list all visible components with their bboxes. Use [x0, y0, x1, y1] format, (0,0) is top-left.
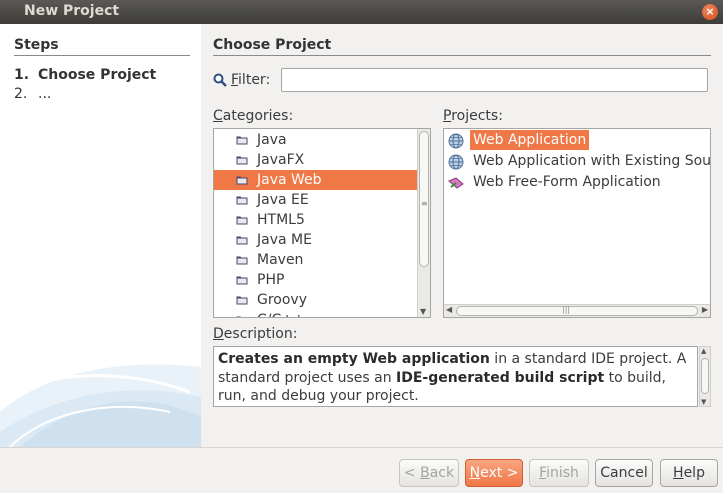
- scrollbar-thumb[interactable]: [701, 358, 709, 394]
- globe-icon: [448, 154, 464, 170]
- step-next: 2....: [14, 86, 51, 102]
- project-label: Web Free-Form Application: [473, 174, 661, 190]
- filter-label: Filter:: [231, 72, 271, 88]
- button-bar-separator: [0, 447, 723, 448]
- scroll-left-arrow-icon[interactable]: ◀: [446, 305, 452, 314]
- category-label: Groovy: [257, 292, 307, 308]
- category-item[interactable]: JavaFX: [214, 150, 417, 170]
- category-item[interactable]: Groovy: [214, 290, 417, 310]
- category-item[interactable]: PHP: [214, 270, 417, 290]
- step-label: ...: [38, 86, 52, 102]
- category-label: Java Web: [257, 172, 322, 188]
- scroll-up-arrow-icon[interactable]: ▲: [701, 347, 706, 355]
- categories-label: Categories:: [213, 108, 294, 124]
- close-icon: ×: [705, 5, 715, 18]
- filter-input[interactable]: [281, 68, 708, 92]
- folder-icon: [236, 196, 248, 205]
- category-label: Java: [257, 132, 287, 148]
- categories-list[interactable]: Java JavaFX Java Web Java EE HTML5 Java ME Mav…: [213, 128, 431, 318]
- choose-project-heading: Choose Project: [213, 37, 711, 56]
- category-item[interactable]: C/C++: [214, 310, 417, 317]
- category-label: JavaFX: [257, 152, 305, 168]
- steps-panel: Steps 1. Choose Project 2....: [0, 24, 201, 447]
- category-item[interactable]: Java Web: [214, 170, 417, 190]
- project-label: Web Application with Existing Sources: [473, 153, 711, 169]
- steps-heading: Steps: [14, 37, 190, 56]
- category-label: PHP: [257, 272, 285, 288]
- step-choose-project: 1. Choose Project: [14, 67, 156, 83]
- category-item[interactable]: Java: [214, 130, 417, 150]
- back-button[interactable]: < Back: [399, 459, 459, 487]
- folder-icon: [236, 176, 248, 185]
- category-label: Maven: [257, 252, 304, 268]
- close-button[interactable]: ×: [702, 4, 718, 20]
- grip-icon: |||: [562, 305, 571, 314]
- description-label: Description:: [213, 326, 298, 342]
- folder-icon: [236, 156, 248, 165]
- freeform-icon: [448, 177, 464, 189]
- category-item[interactable]: Maven: [214, 250, 417, 270]
- folder-icon: [236, 316, 241, 317]
- grip-icon: ≡: [421, 199, 428, 208]
- folder-icon: [236, 256, 248, 265]
- category-item[interactable]: Java EE: [214, 190, 417, 210]
- decorative-swoosh-graphic: [0, 364, 201, 447]
- folder-icon: [236, 236, 248, 245]
- search-icon: [213, 73, 227, 87]
- folder-icon: [236, 276, 248, 285]
- next-button[interactable]: Next >: [465, 459, 523, 487]
- step-number: 1.: [14, 67, 30, 83]
- description-text: Creates an empty Web application in a st…: [213, 346, 698, 407]
- finish-button[interactable]: Finish: [529, 459, 589, 487]
- projects-label: Projects:: [443, 108, 503, 124]
- category-label: C/C++: [257, 310, 305, 317]
- projects-list[interactable]: Web Application Web Application with Exis…: [443, 128, 711, 318]
- globe-icon: [448, 133, 464, 149]
- category-item[interactable]: HTML5: [214, 210, 417, 230]
- categories-scrollbar[interactable]: ≡ ▼: [417, 129, 430, 317]
- scroll-right-arrow-icon[interactable]: ▶: [702, 305, 708, 314]
- category-item[interactable]: Java ME: [214, 230, 417, 250]
- project-label: Web Application: [470, 130, 590, 150]
- folder-icon: [236, 216, 248, 225]
- category-label: HTML5: [257, 212, 305, 228]
- step-number: 2.: [14, 86, 28, 102]
- title-bar: New Project ×: [0, 0, 723, 24]
- scrollbar-thumb[interactable]: [456, 306, 698, 316]
- folder-icon: [236, 296, 248, 305]
- cancel-button[interactable]: Cancel: [595, 459, 653, 487]
- folder-icon: [236, 136, 248, 145]
- scroll-down-arrow-icon[interactable]: ▼: [701, 398, 706, 406]
- category-label: Java ME: [257, 232, 312, 248]
- description-scrollbar[interactable]: ▲ ▼: [699, 346, 711, 407]
- scroll-down-arrow-icon[interactable]: ▼: [420, 307, 426, 316]
- projects-horizontal-scrollbar[interactable]: ◀ ||| ▶: [444, 304, 710, 317]
- step-label: Choose Project: [38, 67, 157, 83]
- help-button[interactable]: Help: [660, 459, 718, 487]
- window-title: New Project: [24, 3, 120, 19]
- category-label: Java EE: [257, 192, 309, 208]
